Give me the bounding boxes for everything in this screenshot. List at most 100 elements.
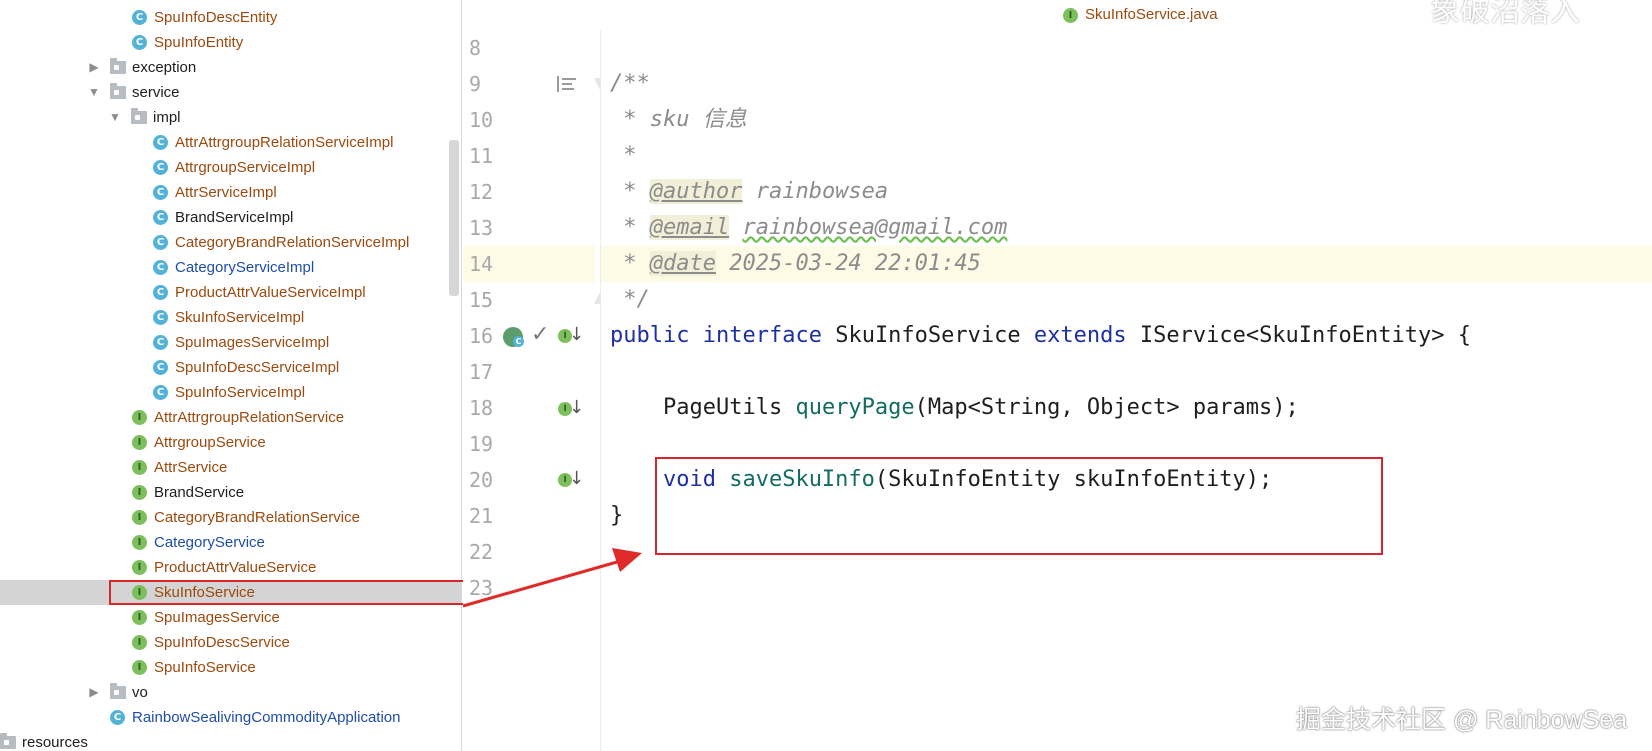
comment: * bbox=[610, 251, 650, 276]
interface-icon: I bbox=[132, 660, 147, 675]
class-icon: C bbox=[153, 210, 168, 225]
expand-arrow-icon[interactable]: ▼ bbox=[108, 105, 122, 130]
comment: 2025-03-24 22:01:45 bbox=[715, 251, 981, 276]
implemented-arrow-icon[interactable]: ↓ bbox=[569, 468, 584, 489]
tree-item[interactable]: C SpuInfoServiceImpl bbox=[0, 380, 450, 405]
tree-item[interactable]: C AttrServiceImpl bbox=[0, 180, 450, 205]
tree-item-label: BrandService bbox=[154, 484, 245, 501]
javadoc-render-icon[interactable] bbox=[557, 76, 577, 92]
comment: rainbowsea bbox=[742, 179, 889, 204]
interface-icon: I bbox=[1063, 8, 1078, 23]
class-icon: C bbox=[153, 335, 168, 350]
expand-arrow-icon[interactable]: ▼ bbox=[87, 80, 101, 105]
tree-item[interactable]: ▼ service bbox=[0, 80, 450, 105]
tree-item[interactable]: I AttrgroupService bbox=[0, 430, 450, 455]
class-icon: C bbox=[153, 285, 168, 300]
code-line-15: */ bbox=[610, 282, 1652, 318]
method-name: saveSkuInfo bbox=[729, 467, 875, 492]
comment: /** bbox=[610, 71, 650, 96]
tree-item-label: AttrgroupServiceImpl bbox=[175, 159, 316, 176]
tree-item[interactable]: ▶ vo bbox=[0, 680, 450, 705]
line-number: 13 bbox=[469, 216, 494, 240]
class-icon: C bbox=[153, 160, 168, 175]
interface-name: SkuInfoService bbox=[835, 323, 1021, 348]
collapse-arrow-icon[interactable]: ▶ bbox=[87, 55, 101, 80]
tree-item[interactable]: C ProductAttrValueServiceImpl bbox=[0, 280, 450, 305]
tree-item-label: CategoryBrandRelationService bbox=[154, 509, 360, 526]
tree-item[interactable]: C AttrAttrgroupRelationServiceImpl bbox=[0, 130, 450, 155]
tree-item[interactable]: C SkuInfoServiceImpl bbox=[0, 305, 450, 330]
method-name: queryPage bbox=[795, 395, 915, 420]
tree-item[interactable]: I CategoryService bbox=[0, 530, 450, 555]
tree-item[interactable]: I SpuInfoDescService bbox=[0, 630, 450, 655]
implemented-arrow-icon[interactable]: ↓ bbox=[569, 324, 584, 345]
comment-spellcheck: rainbowsea@gmail.com bbox=[742, 215, 1008, 240]
tree-item[interactable]: C CategoryBrandRelationServiceImpl bbox=[0, 230, 450, 255]
code-editor[interactable]: /** * sku 信息 * * @author rainbowsea * @e… bbox=[601, 30, 1652, 751]
class-icon: C bbox=[153, 235, 168, 250]
tree-item-label: ProductAttrValueServiceImpl bbox=[175, 284, 366, 301]
keyword: extends bbox=[1033, 323, 1127, 348]
class-icon: C bbox=[153, 135, 168, 150]
tree-item[interactable]: I SpuInfoService bbox=[0, 655, 450, 680]
tree-item-label: AttrService bbox=[154, 459, 228, 476]
javadoc-tag: @date bbox=[649, 251, 716, 276]
spring-bean-icon[interactable]: C bbox=[503, 327, 524, 347]
class-icon: C bbox=[153, 385, 168, 400]
code-line-21: } bbox=[610, 498, 1652, 534]
line-number: 14 bbox=[463, 246, 595, 282]
package-icon bbox=[110, 58, 126, 74]
tree-item[interactable]: C SpuInfoEntity bbox=[0, 30, 450, 55]
class-icon: C bbox=[132, 35, 147, 50]
code-line-14-current: * @date 2025-03-24 22:01:45 bbox=[601, 246, 1652, 282]
tree-item-label: impl bbox=[153, 109, 181, 126]
package-icon bbox=[110, 83, 126, 99]
collapse-arrow-icon[interactable]: ▶ bbox=[87, 680, 101, 705]
tree-item-label: service bbox=[132, 84, 180, 101]
tree-item[interactable]: C CategoryServiceImpl bbox=[0, 255, 450, 280]
tree-item-label: SpuInfoDescServiceImpl bbox=[175, 359, 340, 376]
class-icon: C bbox=[513, 336, 524, 347]
comment: * bbox=[610, 215, 650, 240]
check-icon: ✓ bbox=[531, 322, 550, 347]
keyword: public bbox=[610, 323, 690, 348]
line-number: 8 bbox=[469, 36, 482, 60]
tree-item[interactable]: C AttrgroupServiceImpl bbox=[0, 155, 450, 180]
tree-item[interactable]: I SpuImagesService bbox=[0, 605, 450, 630]
tree-item-label: AttrServiceImpl bbox=[175, 184, 277, 201]
tree-item[interactable]: C RainbowSealivingCommodityApplication bbox=[0, 705, 450, 730]
spring-app-icon: C bbox=[110, 710, 125, 725]
watermark: 掘金技术社区 @ RainbowSea bbox=[1296, 706, 1628, 734]
class-icon: C bbox=[153, 185, 168, 200]
tree-item-label: SkuInfoServiceImpl bbox=[175, 309, 305, 326]
implemented-arrow-icon[interactable]: ↓ bbox=[569, 397, 584, 418]
tree-item[interactable]: I CategoryBrandRelationService bbox=[0, 505, 450, 530]
code-line-9: /** bbox=[610, 66, 1652, 102]
javadoc-tag: @author bbox=[649, 179, 743, 204]
tree-item[interactable]: I AttrService bbox=[0, 455, 450, 480]
tree-item[interactable]: C SpuInfoDescServiceImpl bbox=[0, 355, 450, 380]
interface-icon: I bbox=[132, 485, 147, 500]
cropped-watermark-text: 象破沼落入 bbox=[1430, 0, 1580, 28]
tree-item[interactable]: I ProductAttrValueService bbox=[0, 555, 450, 580]
tree-item-label: exception bbox=[132, 59, 197, 76]
line-number: 19 bbox=[469, 432, 494, 456]
tree-item[interactable]: I BrandService bbox=[0, 480, 450, 505]
tree-item[interactable]: I SkuInfoService bbox=[0, 580, 461, 605]
tree-item-label: SkuInfoService bbox=[154, 584, 255, 601]
tree-item-label: SpuImagesServiceImpl bbox=[175, 334, 330, 351]
tree-item-label: SpuInfoServiceImpl bbox=[175, 384, 306, 401]
tree-item[interactable]: C SpuImagesServiceImpl bbox=[0, 330, 450, 355]
tree-item[interactable]: C SpuInfoDescEntity bbox=[0, 5, 450, 30]
tree-item[interactable]: C BrandServiceImpl bbox=[0, 205, 450, 230]
interface-icon: I bbox=[132, 435, 147, 450]
tree-item-label: SpuInfoService bbox=[154, 659, 256, 676]
tree-item[interactable]: I AttrAttrgroupRelationService bbox=[0, 405, 450, 430]
package-icon bbox=[110, 683, 126, 699]
tree-scrollbar[interactable] bbox=[449, 140, 459, 296]
comment: */ bbox=[610, 287, 650, 312]
tree-item[interactable]: ▼ impl bbox=[0, 105, 450, 130]
interface-icon: I bbox=[132, 535, 147, 550]
tree-item[interactable]: ▶ exception bbox=[0, 55, 450, 80]
tree-item[interactable]: resources bbox=[0, 730, 450, 751]
